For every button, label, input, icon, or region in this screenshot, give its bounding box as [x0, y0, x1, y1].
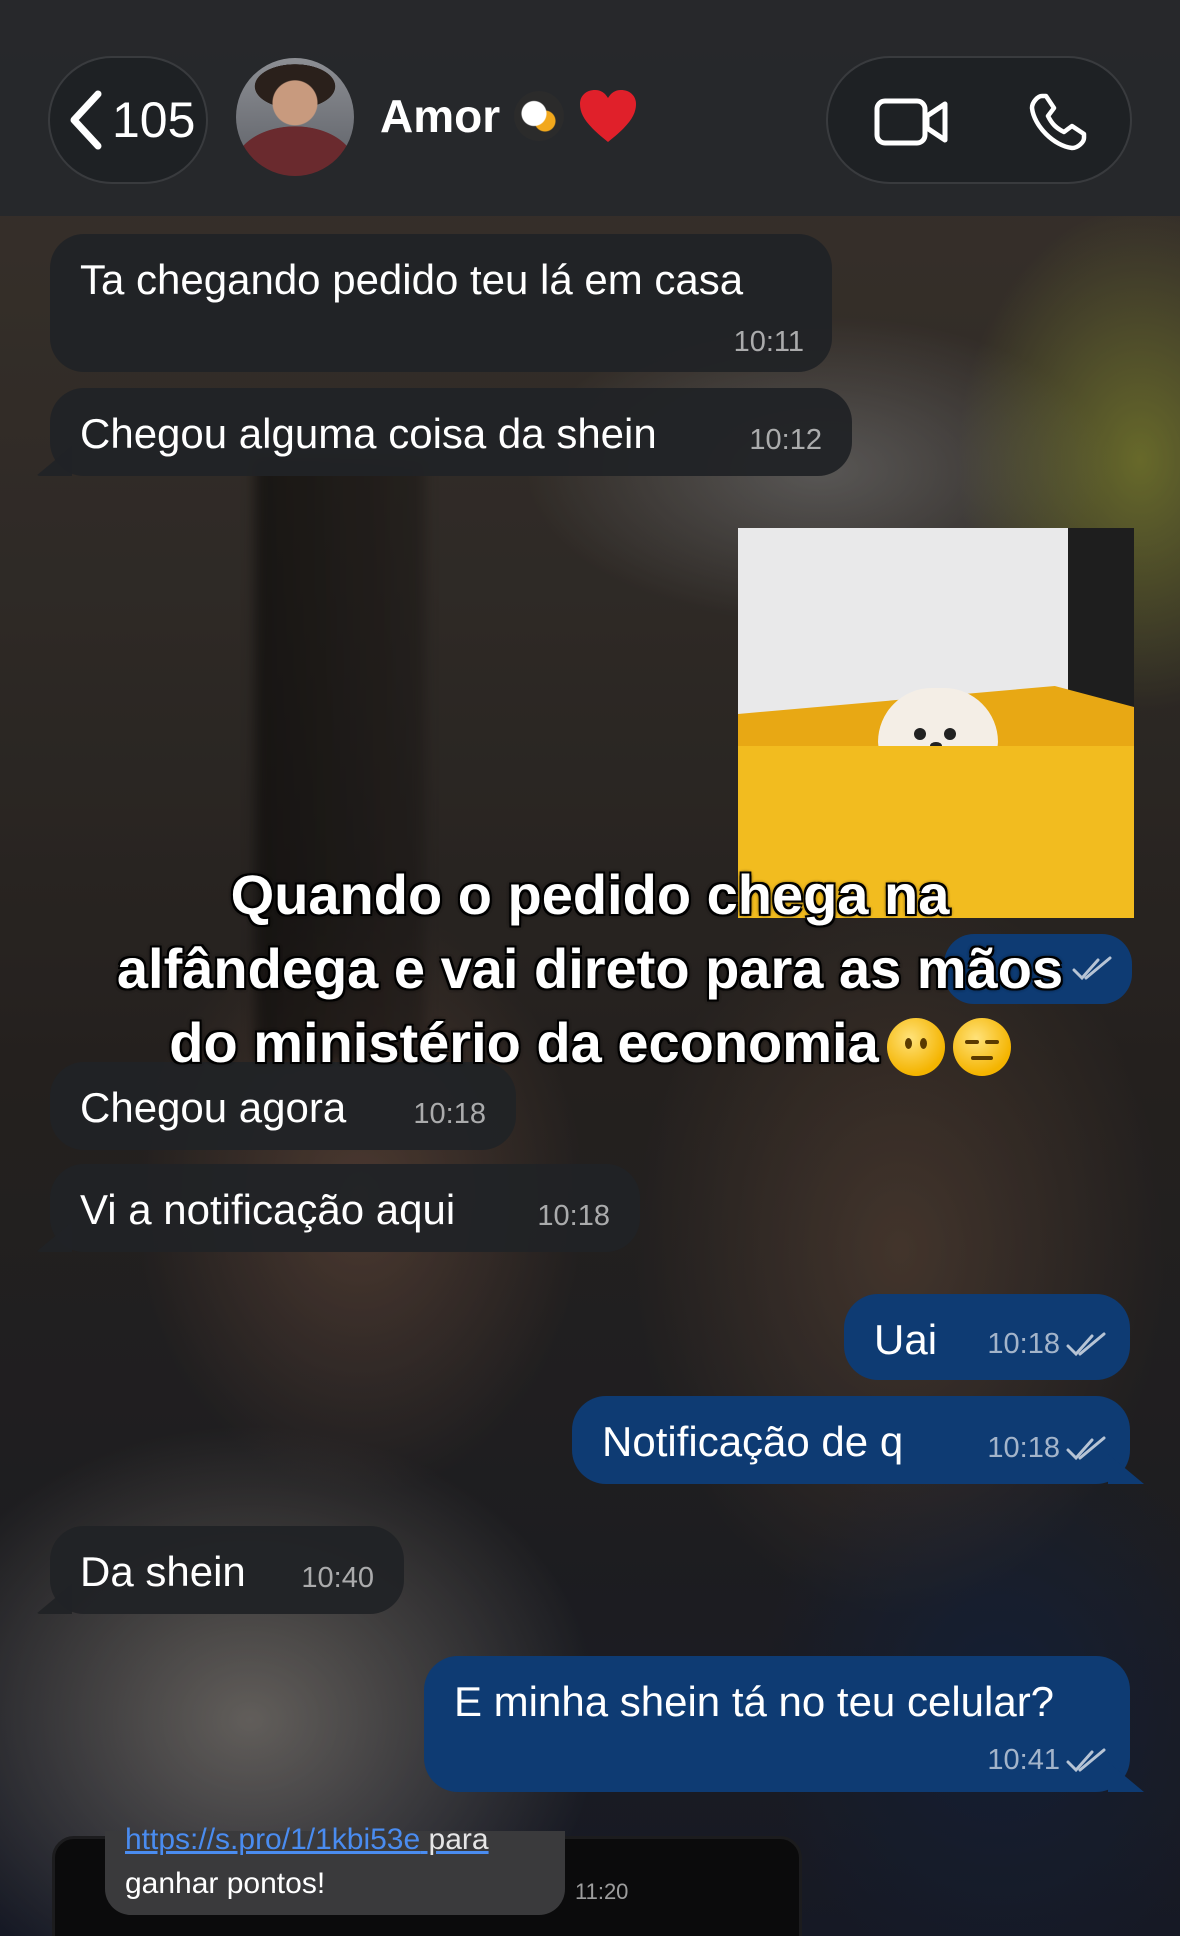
message-incoming[interactable]: Ta chegando pedido teu lá em casa 10:11 [50, 234, 832, 372]
meme-caption: Quando o pedido chega na alfândega e vai… [60, 858, 1120, 1080]
message-time: 10:41 [987, 1744, 1060, 1776]
message-time: 10:18 [413, 1098, 486, 1130]
snippet-link-url[interactable]: https://s.pro/1/1kbi53e [125, 1823, 420, 1856]
snippet-time: 11:20 [575, 1879, 629, 1904]
message-time: 10:18 [537, 1200, 610, 1232]
snippet-link-suffix: para [420, 1823, 489, 1856]
penguin-emoji-icon [514, 91, 565, 141]
caption-line-with-emoji: do ministério da economia [60, 1006, 1120, 1080]
message-time: 10:18 [987, 1328, 1060, 1360]
message-text: Uai [874, 1316, 938, 1363]
image-dog-eye [914, 728, 926, 740]
snippet-link[interactable]: https://s.pro/1/1kbi53e para [125, 1823, 489, 1857]
double-check-icon [1066, 1748, 1106, 1773]
message-text: Chegou alguma coisa da shein [80, 410, 657, 457]
message-text: E minha shein tá no teu celular? [454, 1678, 1055, 1725]
message-status: 10:18 [987, 1432, 1106, 1465]
contact-title[interactable]: Amor [380, 88, 638, 144]
message-time: 10:12 [749, 424, 822, 456]
contact-name: Amor [380, 90, 501, 142]
caption-line: Quando o pedido chega na [230, 863, 950, 926]
image-dog-eye [944, 728, 956, 740]
no-mouth-face-emoji-icon [886, 1018, 945, 1077]
message-outgoing[interactable]: Notificação de q 10:18 [572, 1396, 1144, 1484]
message-outgoing[interactable]: E minha shein tá no teu celular? 10:41 [424, 1656, 1144, 1792]
caption-line: do ministério da economia [169, 1011, 879, 1074]
unread-count: 105 [112, 92, 196, 148]
message-status: 10:18 [987, 1328, 1106, 1361]
heart-icon [580, 90, 637, 142]
double-check-icon [1066, 1332, 1106, 1357]
message-incoming[interactable]: Da shein 10:40 [36, 1526, 404, 1614]
phone-icon[interactable] [1028, 92, 1088, 152]
message-time: 10:18 [987, 1432, 1060, 1464]
double-check-icon [1066, 1436, 1106, 1461]
message-text: Ta chegando pedido teu lá em casa [80, 256, 744, 303]
message-text: Notificação de q [602, 1418, 904, 1465]
call-actions [826, 56, 1132, 184]
back-button[interactable]: 105 [48, 56, 208, 184]
forwarded-screenshot[interactable]: https://s.pro/1/1kbi53e para ganhar pont… [52, 1823, 802, 1936]
message-text: Da shein [80, 1548, 246, 1595]
expressionless-face-emoji-icon [952, 1018, 1011, 1077]
message-incoming[interactable]: Chegou alguma coisa da shein 10:12 [36, 388, 852, 476]
chat-header: 105 Amor [0, 0, 1180, 216]
message-time: 10:40 [301, 1562, 374, 1594]
snippet-text: ganhar pontos! [125, 1867, 326, 1900]
message-text: Chegou agora [80, 1084, 347, 1131]
caption-line: alfândega e vai direto para as mãos [116, 937, 1064, 1000]
chevron-left-icon [70, 90, 102, 150]
message-outgoing[interactable]: Uai 10:18 [844, 1294, 1130, 1380]
avatar[interactable] [236, 58, 354, 176]
message-time: 10:11 [733, 326, 804, 358]
message-status: 10:41 [987, 1744, 1106, 1777]
message-incoming[interactable]: Vi a notificação aqui 10:18 [36, 1164, 640, 1252]
message-text: Vi a notificação aqui [80, 1186, 456, 1233]
video-camera-icon[interactable] [874, 96, 948, 148]
